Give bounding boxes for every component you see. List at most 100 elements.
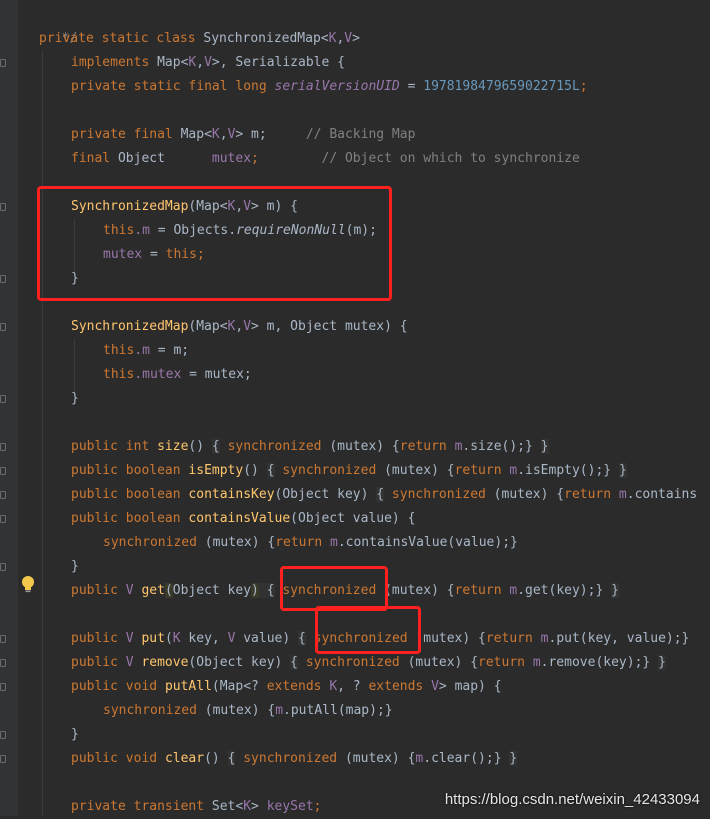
- brace: }: [71, 559, 79, 574]
- fold-marker-icon[interactable]: [0, 515, 6, 523]
- fold-marker-icon[interactable]: [0, 203, 6, 211]
- type-param: V: [243, 319, 252, 334]
- text: , ?: [337, 679, 369, 694]
- kw: final: [188, 79, 228, 94]
- field: mutex: [211, 151, 252, 166]
- folded-block-start[interactable]: {: [376, 487, 385, 502]
- type: Map: [157, 55, 181, 70]
- text: .putAll(map);}: [283, 703, 393, 718]
- text: (mutex) {: [204, 535, 276, 550]
- kw: static: [101, 31, 149, 46]
- fold-marker-icon[interactable]: [0, 323, 6, 331]
- folded-block-start[interactable]: {: [290, 655, 298, 670]
- field: m: [618, 487, 627, 502]
- folded-block-start[interactable]: {: [227, 751, 236, 766]
- text: .containsValue(value);}: [337, 535, 518, 550]
- kw: public: [71, 487, 118, 502]
- brace: }: [71, 727, 79, 742]
- method-name: isEmpty: [188, 463, 244, 478]
- static-field: serialVersionUID: [274, 79, 400, 94]
- kw: return: [399, 439, 447, 454]
- code-line: }: [71, 387, 79, 411]
- lightbulb-icon[interactable]: [20, 575, 36, 593]
- code-line: public void clear() { synchronized (mute…: [71, 747, 518, 771]
- text: .isEmpty();}: [517, 463, 619, 478]
- text: (Map<: [188, 319, 228, 334]
- fold-marker-icon[interactable]: [0, 731, 6, 739]
- kw: private: [71, 79, 126, 94]
- text: (mutex) {: [493, 487, 565, 502]
- fold-marker-icon[interactable]: [0, 563, 6, 571]
- fold-marker-icon[interactable]: [0, 395, 6, 403]
- kw: class: [156, 31, 196, 46]
- kw: public: [71, 511, 118, 526]
- text: , Serializable {: [219, 55, 345, 70]
- fold-marker-icon[interactable]: [0, 491, 6, 499]
- class-name: SynchronizedMap: [203, 31, 321, 46]
- punct: >: [251, 799, 259, 814]
- kw: long: [235, 79, 267, 94]
- code-line: }: [71, 555, 79, 579]
- text: =: [399, 79, 424, 94]
- text: (Object key): [188, 655, 291, 670]
- code-line: private static class SynchronizedMap<K,V…: [39, 27, 360, 51]
- folded-block-end[interactable]: }: [658, 655, 666, 670]
- kw: private: [71, 799, 126, 814]
- text: (mutex) {: [384, 583, 455, 598]
- kw: transient: [133, 799, 205, 814]
- type: Set: [211, 799, 236, 814]
- text: (mutex) {: [329, 439, 400, 454]
- field: keySet: [266, 799, 314, 814]
- text: > m;: [235, 127, 267, 142]
- text: (mutex) {: [204, 703, 276, 718]
- folded-block-start[interactable]: {: [266, 463, 275, 478]
- type-param: K: [329, 679, 338, 694]
- fold-marker-icon[interactable]: [0, 59, 6, 67]
- code-line: private transient Set<K> keySet;: [71, 795, 322, 819]
- folded-block-end[interactable]: }: [540, 439, 549, 454]
- type-param: K: [243, 799, 252, 814]
- text: (): [204, 751, 228, 766]
- fold-marker-icon[interactable]: [0, 683, 6, 691]
- folded-block-start[interactable]: {: [211, 439, 220, 454]
- kw: public: [71, 463, 118, 478]
- fold-marker-icon[interactable]: [0, 443, 6, 451]
- fold-marker-icon[interactable]: [0, 755, 6, 763]
- kw: return: [454, 463, 502, 478]
- folded-block-start[interactable]: {: [298, 631, 306, 646]
- type-param: V: [125, 631, 134, 646]
- fold-marker-icon[interactable]: [0, 635, 6, 643]
- punct: ,: [219, 127, 228, 142]
- kw: boolean: [125, 463, 181, 478]
- text: .contains: [626, 487, 698, 502]
- type-param: V: [431, 679, 439, 694]
- folded-block-start[interactable]: {: [258, 583, 275, 598]
- code-line: synchronized (mutex) {return m.containsV…: [103, 531, 518, 555]
- code-line: final Object mutex; // Object on which t…: [71, 147, 580, 171]
- field: .mutex: [134, 367, 182, 382]
- type: Object: [117, 151, 165, 166]
- folded-block-end[interactable]: }: [509, 751, 518, 766]
- kw: void: [125, 679, 158, 694]
- fold-marker-icon[interactable]: [0, 275, 6, 283]
- fold-marker-icon[interactable]: [0, 659, 6, 667]
- type: Map: [180, 127, 205, 142]
- kw: public: [71, 679, 118, 694]
- text: (mutex) {: [415, 631, 486, 646]
- field: m: [509, 583, 518, 598]
- code-line: */: [46, 3, 78, 46]
- indent-guide: [74, 338, 75, 392]
- field: .m: [134, 343, 150, 358]
- type-param: K: [172, 631, 181, 646]
- text: (Map<?: [211, 679, 267, 694]
- fold-marker-icon[interactable]: [0, 467, 6, 475]
- folded-block-end[interactable]: }: [611, 583, 619, 598]
- type-param: V: [125, 655, 134, 670]
- kw-synchronized: synchronized: [305, 655, 400, 670]
- folded-block-end[interactable]: }: [618, 463, 627, 478]
- method-name: containsKey: [188, 487, 275, 502]
- method-name: containsValue: [188, 511, 291, 526]
- code-line: }: [71, 723, 79, 747]
- kw-synchronized: synchronized: [103, 703, 197, 718]
- watermark: https://blog.csdn.net/weixin_42433094: [444, 791, 700, 808]
